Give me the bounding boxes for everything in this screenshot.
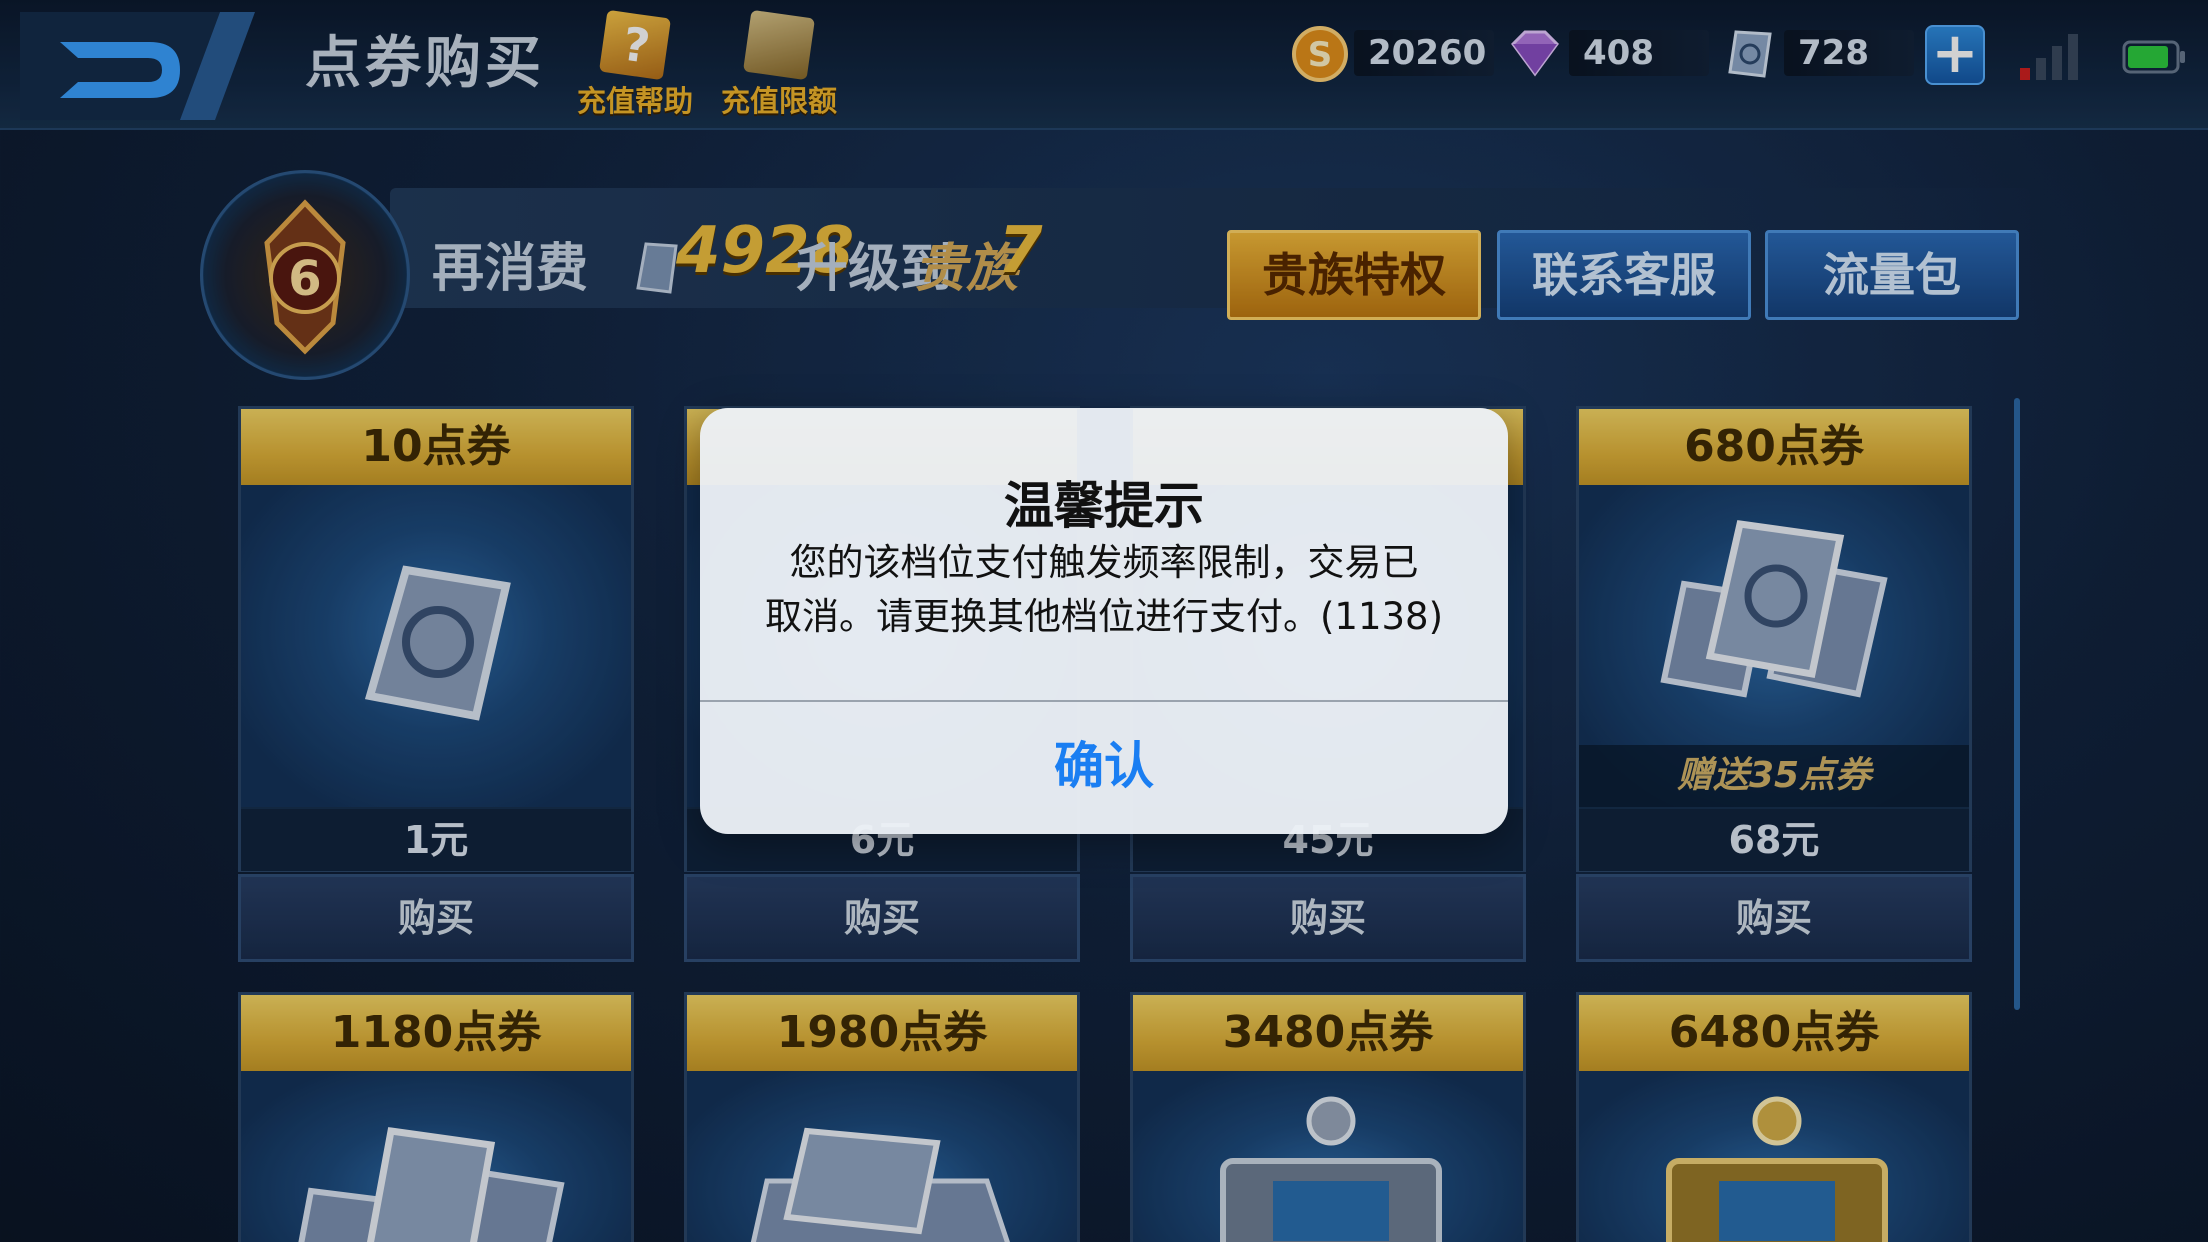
confirm-button[interactable]: 确认 bbox=[700, 702, 1508, 834]
alert-dialog: 温馨提示 您的该档位支付触发频率限制，交易已 取消。请更换其他档位进行支付。(1… bbox=[700, 408, 1508, 834]
alert-message: 您的该档位支付触发频率限制，交易已 取消。请更换其他档位进行支付。(1138) bbox=[740, 536, 1468, 644]
alert-title: 温馨提示 bbox=[1004, 477, 1204, 535]
alert-message-line: 您的该档位支付触发频率限制，交易已 bbox=[789, 541, 1419, 584]
alert-message-line: 取消。请更换其他档位进行支付。(1138) bbox=[764, 595, 1444, 638]
